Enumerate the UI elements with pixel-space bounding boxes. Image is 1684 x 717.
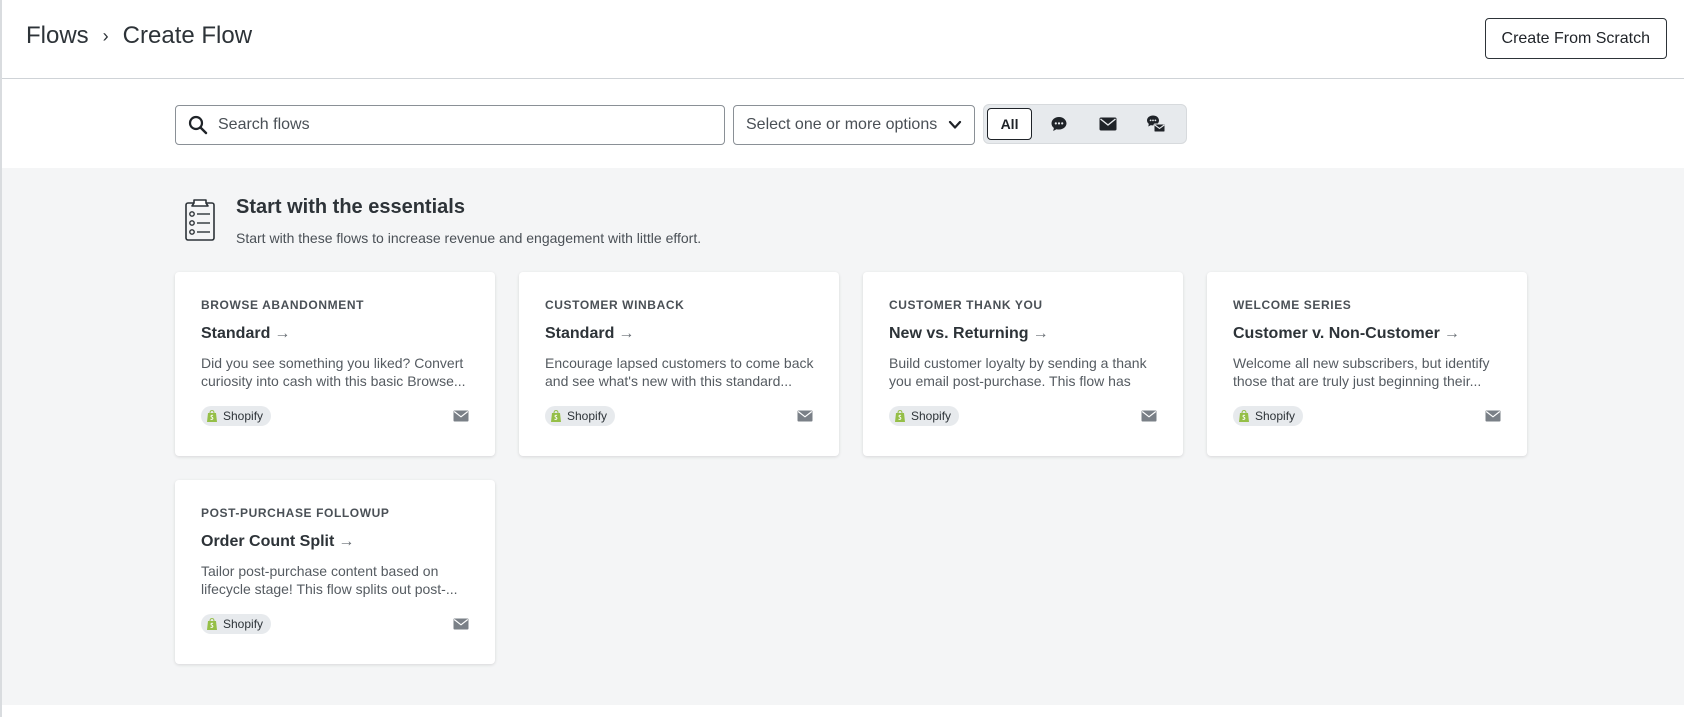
chevron-down-icon: [948, 120, 962, 129]
shopify-icon: [207, 409, 217, 422]
arrow-right-icon: →: [1032, 325, 1049, 342]
card-description: Did you see something you liked? Convert…: [201, 355, 466, 389]
shopify-icon: [207, 617, 217, 630]
sms-email-icon: [1147, 115, 1166, 133]
email-icon: [453, 618, 469, 630]
shopify-tag: Shopify: [1233, 406, 1304, 426]
card-title: Standard →: [201, 325, 290, 343]
card-category: WELCOME SERIES: [1233, 298, 1352, 312]
card-category: CUSTOMER WINBACK: [545, 298, 685, 312]
breadcrumb: Flows › Create Flow: [26, 22, 252, 50]
card-title-text: Standard: [545, 325, 615, 342]
main-content: Start with the essentials Start with the…: [2, 168, 1684, 705]
card-title-text: New vs. Returning: [889, 325, 1029, 342]
filter-email[interactable]: [1085, 108, 1130, 140]
shopify-tag: Shopify: [201, 614, 272, 634]
filter-sms[interactable]: [1036, 108, 1081, 140]
flow-card-customer-thank-you[interactable]: CUSTOMER THANK YOU New vs. Returning → Bu…: [863, 272, 1183, 456]
card-title-text: Standard: [201, 325, 271, 342]
breadcrumb-flows[interactable]: Flows: [26, 22, 89, 50]
create-from-scratch-button[interactable]: Create From Scratch: [1484, 18, 1667, 59]
tag-label: Shopify: [911, 409, 952, 423]
tag-label: Shopify: [567, 409, 608, 423]
shopify-tag: Shopify: [201, 406, 272, 426]
filter-all-label: All: [1000, 116, 1019, 132]
filter-sms-email[interactable]: [1134, 108, 1179, 140]
card-description: Tailor post-purchase content based on li…: [201, 563, 458, 597]
sms-icon: [1051, 117, 1067, 131]
shopify-icon: [895, 409, 905, 422]
card-title: New vs. Returning →: [889, 325, 1049, 343]
card-category: POST-PURCHASE FOLLOWUP: [201, 506, 390, 520]
arrow-right-icon: →: [1443, 325, 1460, 342]
shopify-tag: Shopify: [889, 406, 960, 426]
card-description: Build customer loyalty by sending a than…: [889, 355, 1147, 389]
email-icon: [797, 410, 813, 422]
card-title: Standard →: [545, 325, 634, 343]
search-box[interactable]: [175, 105, 725, 145]
email-icon: [453, 410, 469, 422]
card-title-text: Customer v. Non-Customer: [1233, 325, 1440, 342]
arrow-right-icon: →: [274, 325, 291, 342]
search-icon: [188, 115, 208, 135]
card-description: Welcome all new subscribers, but identif…: [1233, 355, 1490, 389]
shopify-icon: [551, 409, 561, 422]
section-title: Start with the essentials: [236, 196, 465, 218]
email-icon: [1485, 410, 1501, 422]
flow-card-customer-winback[interactable]: CUSTOMER WINBACK Standard → Encourage lap…: [519, 272, 839, 456]
email-icon: [1099, 117, 1116, 131]
channel-filter-group: All: [983, 104, 1187, 144]
breadcrumb-chevron-icon: ›: [102, 25, 109, 46]
channel-select[interactable]: Select one or more options: [733, 105, 975, 145]
card-title: Customer v. Non-Customer →: [1233, 325, 1460, 343]
tag-label: Shopify: [223, 409, 264, 423]
clipboard-list-icon: [185, 199, 215, 241]
select-placeholder: Select one or more options: [746, 116, 938, 133]
arrow-right-icon: →: [618, 325, 635, 342]
flow-card-browse-abandonment[interactable]: BROWSE ABANDONMENT Standard → Did you see…: [175, 272, 495, 456]
top-bar: Flows › Create Flow Create From Scratch: [2, 0, 1684, 79]
shopify-tag: Shopify: [545, 406, 616, 426]
card-description: Encourage lapsed customers to come back …: [545, 355, 814, 389]
toolbar: Select one or more options All: [2, 80, 1684, 168]
card-title: Order Count Split →: [201, 533, 354, 551]
search-input[interactable]: [218, 116, 698, 134]
tag-label: Shopify: [1255, 409, 1296, 423]
shopify-icon: [1239, 409, 1249, 422]
filter-all[interactable]: All: [987, 108, 1033, 140]
arrow-right-icon: →: [338, 533, 355, 550]
flow-card-post-purchase-followup[interactable]: POST-PURCHASE FOLLOWUP Order Count Split…: [175, 480, 495, 664]
card-category: CUSTOMER THANK YOU: [889, 298, 1043, 312]
tag-label: Shopify: [223, 617, 264, 631]
page: Flows › Create Flow Create From Scratch …: [0, 0, 1684, 717]
section-subtitle: Start with these flows to increase reven…: [236, 230, 702, 246]
email-icon: [1141, 410, 1157, 422]
flow-card-welcome-series[interactable]: WELCOME SERIES Customer v. Non-Customer →…: [1207, 272, 1527, 456]
card-title-text: Order Count Split: [201, 533, 335, 550]
card-category: BROWSE ABANDONMENT: [201, 298, 365, 312]
breadcrumb-current: Create Flow: [122, 22, 253, 49]
